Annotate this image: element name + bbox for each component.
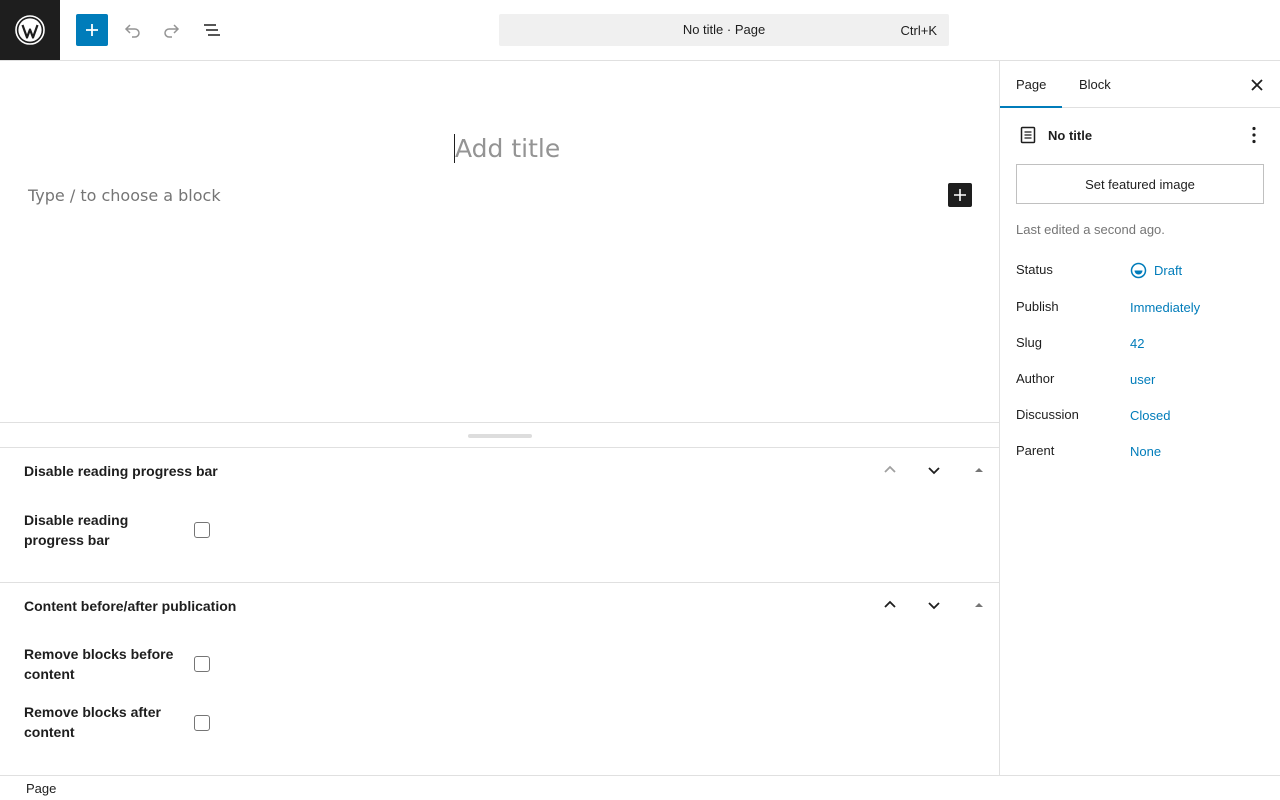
move-down-button[interactable] — [922, 593, 946, 617]
chevron-down-icon — [928, 602, 940, 610]
document-title: No title — [1048, 128, 1093, 143]
metabox-title[interactable]: Content before/after publication — [24, 598, 236, 614]
undo-icon — [124, 24, 140, 38]
slug-label: Slug — [1016, 335, 1043, 350]
status-value: Draft — [1154, 263, 1183, 278]
chevron-down-icon — [928, 467, 940, 475]
collapse-toggle-button[interactable] — [967, 458, 991, 482]
close-sidebar-button[interactable] — [1245, 73, 1269, 97]
sidebar-tabs: Page Block — [1000, 61, 1280, 108]
move-down-button[interactable] — [922, 458, 946, 482]
plus-icon — [86, 24, 98, 36]
draft-status-icon — [1130, 262, 1147, 279]
remove-after-checkbox[interactable] — [194, 715, 210, 731]
move-up-button[interactable] — [878, 593, 902, 617]
chevron-up-icon — [884, 465, 896, 473]
set-featured-image-button[interactable]: Set featured image — [1016, 164, 1264, 204]
document-summary: No title — [1016, 123, 1266, 147]
publish-label: Publish — [1016, 299, 1059, 314]
publish-value-button[interactable]: Immediately — [1130, 300, 1200, 315]
tab-page[interactable]: Page — [1000, 61, 1063, 108]
breadcrumb[interactable]: Page — [26, 781, 56, 796]
move-up-button[interactable] — [878, 458, 902, 482]
document-overview-button[interactable] — [196, 14, 228, 46]
tab-block[interactable]: Block — [1063, 61, 1127, 108]
redo-button[interactable] — [156, 14, 188, 46]
add-block-button[interactable] — [948, 183, 972, 207]
caret-up-icon — [975, 603, 983, 607]
drag-handle[interactable] — [468, 434, 532, 438]
post-title-input[interactable]: Add title — [455, 134, 560, 163]
editor-footer: Page — [0, 775, 1280, 800]
field-label: Disable reading progress bar — [24, 512, 129, 548]
block-appender[interactable]: Type / to choose a block — [28, 186, 221, 205]
editor-header: No title · Page Ctrl+K — [0, 0, 1280, 61]
undo-button[interactable] — [116, 14, 148, 46]
collapse-toggle-button[interactable] — [967, 593, 991, 617]
metabox-resize-handle[interactable] — [0, 422, 999, 448]
discussion-label: Discussion — [1016, 407, 1079, 422]
metabox-field: Disable reading progress bar — [24, 510, 204, 550]
discussion-value-button[interactable]: Closed — [1130, 408, 1170, 423]
metabox-field: Remove blocks after content — [24, 702, 204, 742]
more-vertical-icon — [1252, 126, 1256, 144]
status-label: Status — [1016, 262, 1053, 277]
metabox-title[interactable]: Disable reading progress bar — [24, 463, 218, 479]
wordpress-icon — [15, 15, 45, 45]
metabox-content-publication: Content before/after publication Remove … — [0, 583, 999, 776]
author-label: Author — [1016, 371, 1055, 386]
remove-before-checkbox[interactable] — [194, 656, 210, 672]
command-palette-bar[interactable]: No title · Page Ctrl+K — [499, 14, 949, 46]
disable-progress-checkbox[interactable] — [194, 522, 210, 538]
author-value-button[interactable]: user — [1130, 372, 1155, 387]
metabox-field: Remove blocks before content — [24, 644, 204, 684]
plus-icon — [954, 189, 966, 201]
last-edited-text: Last edited a second ago. — [1016, 222, 1165, 237]
wordpress-logo-button[interactable] — [0, 0, 60, 60]
block-inserter-button[interactable] — [76, 14, 108, 46]
shortcut-hint: Ctrl+K — [900, 23, 937, 38]
document-title-label: No title · Page — [682, 22, 766, 37]
status-value-button[interactable]: Draft — [1130, 262, 1182, 279]
editor-canvas: Add title Type / to choose a block — [0, 61, 999, 423]
close-icon — [1251, 79, 1263, 91]
list-view-icon — [204, 24, 220, 36]
parent-value-button[interactable]: None — [1130, 444, 1161, 459]
slug-value-button[interactable]: 42 — [1130, 336, 1144, 351]
chevron-up-icon — [884, 600, 896, 608]
redo-icon — [164, 24, 180, 38]
parent-label: Parent — [1016, 443, 1055, 458]
settings-sidebar: Page Block No title Set featured image L… — [999, 61, 1280, 776]
metabox-reading-progress: Disable reading progress bar Disable rea… — [0, 448, 999, 583]
caret-up-icon — [975, 468, 983, 472]
document-actions-button[interactable] — [1242, 123, 1266, 147]
field-label: Remove blocks after content — [24, 704, 161, 740]
page-icon — [1020, 126, 1036, 144]
field-label: Remove blocks before content — [24, 646, 174, 682]
